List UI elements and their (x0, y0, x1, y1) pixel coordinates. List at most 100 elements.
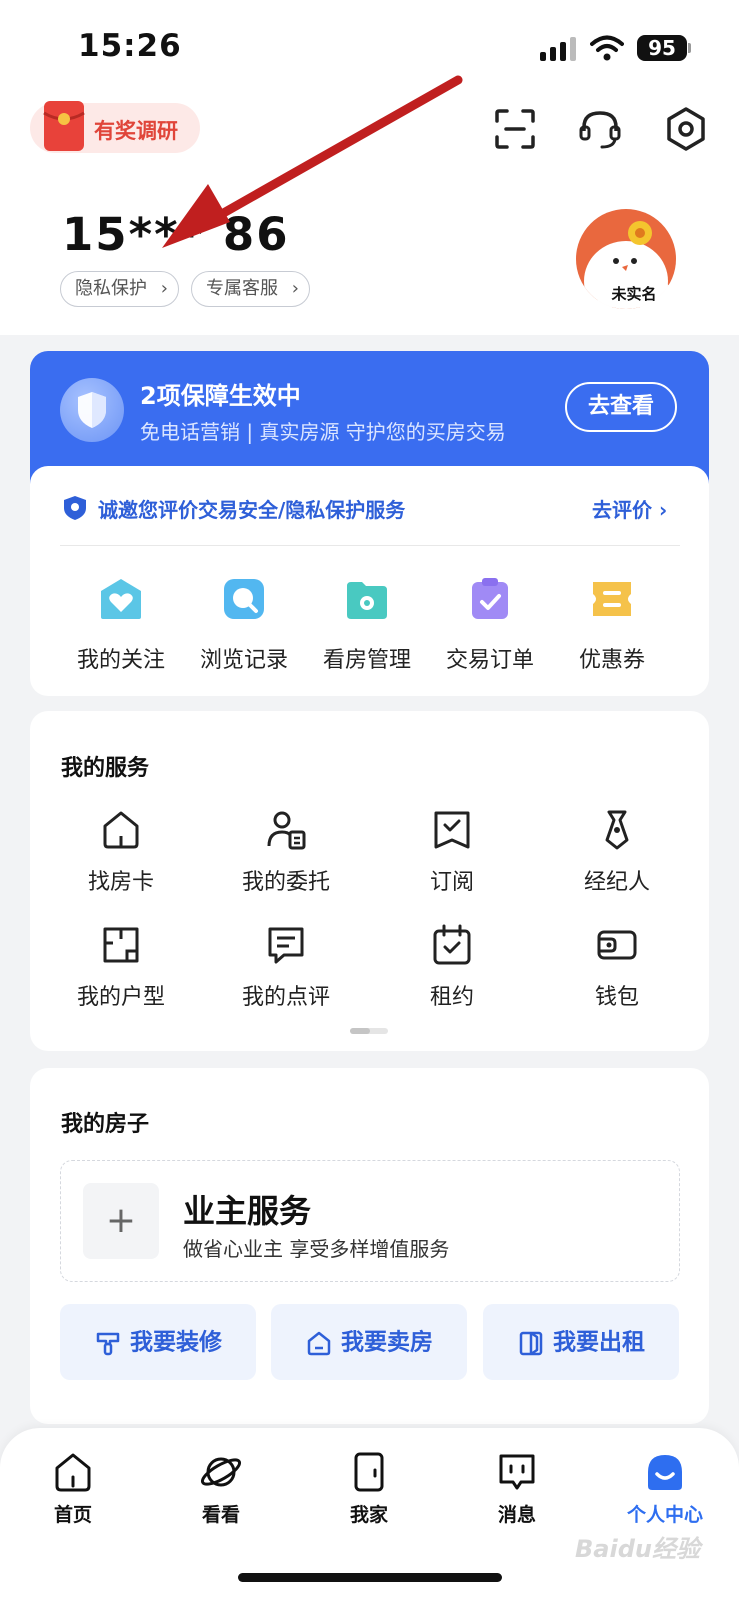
privacy-chip-label: 隐私保护 (75, 278, 147, 299)
rating-invite-text: 诚邀您评价交易安全/隐私保护服务 (98, 498, 406, 522)
services-page-indicator (350, 1028, 388, 1034)
quick-item-label: 我的关注 (76, 648, 165, 673)
watermark: Baidu经验 (575, 1535, 700, 1563)
scan-icon[interactable] (491, 105, 539, 153)
service-label: 我的委托 (241, 870, 330, 895)
banner-subtitle: 免电话营销 | 真实房源 守护您的买房交易 (140, 420, 506, 444)
profile-icon (648, 1455, 682, 1490)
battery-indicator: 95 (637, 35, 687, 61)
add-property-button[interactable]: + (83, 1183, 159, 1259)
settings-icon[interactable] (662, 105, 710, 153)
owner-service-subtitle: 做省心业主 享受多样增值服务 (183, 1237, 450, 1261)
service-label: 我的户型 (76, 985, 165, 1010)
red-envelope-icon (43, 101, 85, 151)
service-label: 经纪人 (583, 870, 650, 895)
quick-item-label: 看房管理 (322, 648, 411, 673)
decorate-icon (96, 1332, 120, 1355)
survey-label: 有奖调研 (94, 119, 178, 143)
chevron-right-icon: › (291, 278, 299, 299)
exclusive-service-chip[interactable]: 专属客服 › (191, 271, 310, 307)
tab-label: 我家 (349, 1504, 388, 1526)
coupon-icon (593, 582, 631, 616)
entrust-icon (267, 811, 306, 850)
service-floorplan[interactable]: 我的户型 (46, 923, 196, 1011)
wallet-icon (597, 930, 637, 960)
tab-my-home[interactable]: 我家 (314, 1450, 424, 1527)
view-protection-button[interactable]: 去查看 (565, 382, 677, 432)
wifi-icon (590, 35, 624, 61)
review-icon (268, 927, 304, 964)
quick-item-viewing[interactable]: 看房管理 (307, 576, 427, 674)
decorate-label: 我要装修 (130, 1329, 222, 1356)
floorplan-icon (103, 927, 139, 963)
my-house-title: 我的房子 (61, 1112, 150, 1137)
service-label: 找房卡 (87, 870, 154, 895)
shield-check-icon (64, 496, 86, 520)
rent-out-label: 我要出租 (553, 1329, 645, 1356)
service-wallet[interactable]: 钱包 (542, 923, 692, 1011)
plus-icon: + (105, 1200, 137, 1241)
door-icon (354, 1452, 384, 1492)
home-icon (55, 1453, 91, 1492)
agent-icon (605, 810, 629, 850)
lease-icon (433, 924, 471, 965)
service-lease[interactable]: 租约 (377, 923, 527, 1011)
service-review[interactable]: 我的点评 (211, 923, 361, 1011)
shield-icon (78, 392, 106, 428)
home-indicator (238, 1573, 502, 1582)
house-card-icon (103, 811, 139, 849)
privacy-protection-chip[interactable]: 隐私保护 › (60, 271, 179, 307)
tab-label: 个人中心 (626, 1504, 703, 1526)
cellular-signal-icon (540, 37, 580, 61)
folder-icon (347, 582, 387, 619)
planet-icon (200, 1457, 242, 1487)
quick-item-follow[interactable]: 我的关注 (61, 576, 181, 674)
owner-service-title: 业主服务 (183, 1192, 312, 1230)
service-house-card[interactable]: 找房卡 (46, 808, 196, 896)
status-time: 15:26 (78, 28, 182, 64)
service-label: 租约 (429, 985, 474, 1010)
verification-status: 未实名 (596, 281, 672, 307)
subscribe-icon (434, 811, 470, 849)
service-agent[interactable]: 经纪人 (542, 808, 692, 896)
customer-service-icon[interactable] (576, 105, 624, 153)
quick-item-history[interactable]: 浏览记录 (184, 576, 304, 674)
service-label: 我的点评 (241, 985, 330, 1010)
battery-cap (688, 43, 691, 53)
service-subscribe[interactable]: 订阅 (377, 808, 527, 896)
quick-item-coupons[interactable]: 优惠券 (552, 576, 672, 674)
decorate-button[interactable]: 我要装修 (60, 1304, 256, 1380)
tab-home[interactable]: 首页 (18, 1450, 128, 1527)
services-title: 我的服务 (61, 756, 150, 781)
banner-title: 2项保障生效中 (140, 382, 301, 410)
message-icon (499, 1454, 535, 1490)
chevron-right-icon: › (652, 498, 668, 522)
quick-item-label: 浏览记录 (199, 648, 288, 673)
tab-label: 消息 (497, 1504, 536, 1526)
service-label: 订阅 (429, 870, 474, 895)
heart-icon (101, 579, 141, 619)
chevron-right-icon: › (160, 278, 168, 299)
tab-discover[interactable]: 看看 (166, 1450, 276, 1527)
divider (60, 545, 680, 546)
quick-item-label: 交易订单 (445, 648, 534, 673)
tab-label: 看看 (201, 1504, 240, 1526)
quick-item-label: 优惠券 (578, 648, 645, 673)
service-entrust[interactable]: 我的委托 (211, 808, 361, 896)
service-label: 钱包 (594, 985, 639, 1010)
rent-out-icon (519, 1331, 543, 1355)
sell-house-button[interactable]: 我要卖房 (271, 1304, 467, 1380)
quick-item-orders[interactable]: 交易订单 (430, 576, 550, 674)
order-icon (472, 578, 508, 619)
sell-house-label: 我要卖房 (341, 1329, 433, 1356)
tab-messages[interactable]: 消息 (462, 1450, 572, 1527)
tab-label: 首页 (53, 1504, 92, 1526)
sell-house-icon (307, 1331, 331, 1355)
user-phone-number: 15*** 86 (62, 208, 290, 261)
shield-badge (60, 378, 124, 442)
rate-link-label: 去评价 (592, 498, 652, 522)
tab-profile[interactable]: 个人中心 (610, 1450, 720, 1527)
service-chip-label: 专属客服 (206, 278, 278, 299)
rate-now-link[interactable]: 去评价 › (592, 494, 667, 523)
rent-out-button[interactable]: 我要出租 (483, 1304, 679, 1380)
